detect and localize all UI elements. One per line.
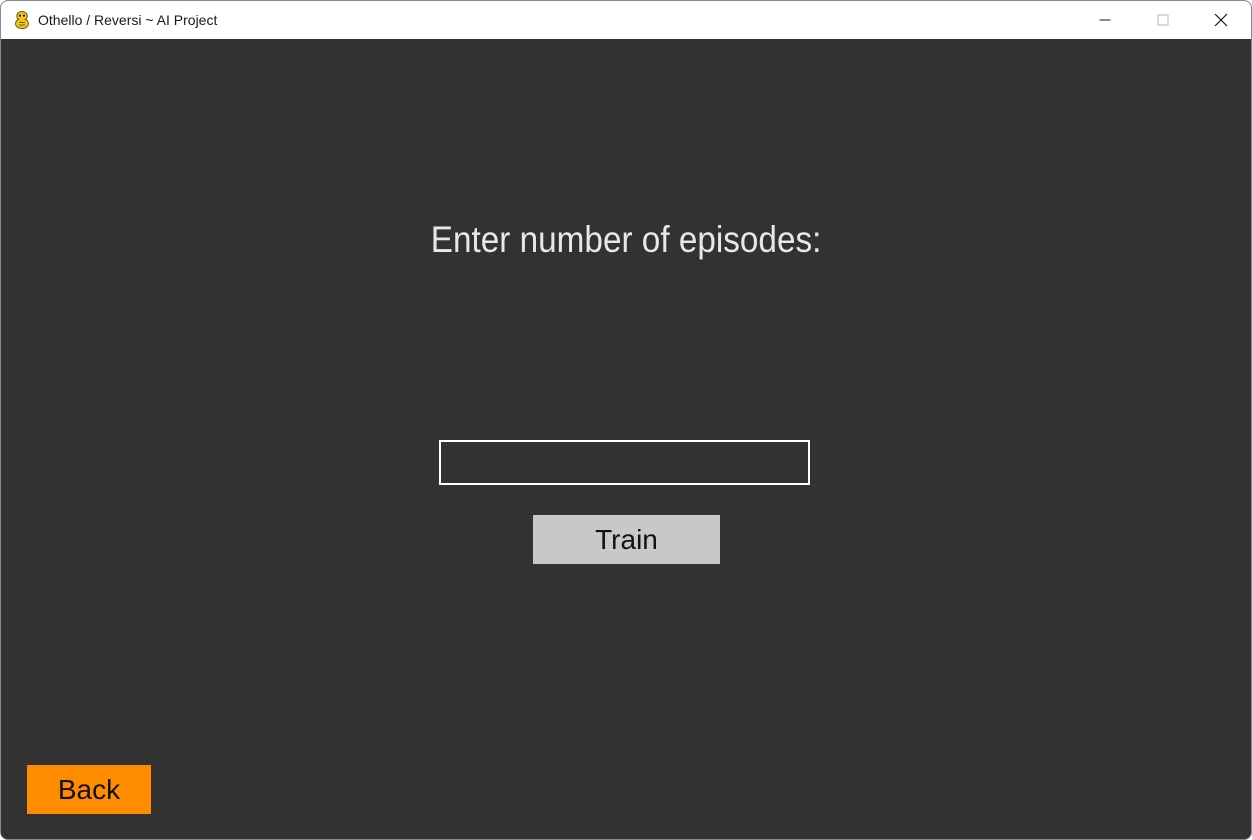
close-button[interactable] [1192, 1, 1250, 39]
minimize-icon [1099, 19, 1111, 21]
minimize-button[interactable] [1076, 1, 1134, 39]
pygame-snake-icon [15, 10, 29, 30]
train-button[interactable]: Train [533, 515, 720, 564]
back-button[interactable]: Back [27, 765, 151, 814]
app-window: Othello / Reversi ~ AI Project Enter num… [0, 0, 1252, 840]
train-button-label: Train [595, 523, 658, 555]
maximize-button[interactable] [1134, 1, 1192, 39]
window-title: Othello / Reversi ~ AI Project [38, 12, 218, 28]
close-icon [1214, 13, 1228, 27]
title-bar[interactable]: Othello / Reversi ~ AI Project [1, 1, 1251, 39]
episodes-prompt: Enter number of episodes: [430, 219, 822, 260]
back-button-label: Back [57, 773, 121, 805]
episodes-input[interactable] [439, 440, 810, 485]
game-surface: Enter number of episodes: Train Back [1, 39, 1251, 839]
maximize-icon [1157, 14, 1169, 26]
